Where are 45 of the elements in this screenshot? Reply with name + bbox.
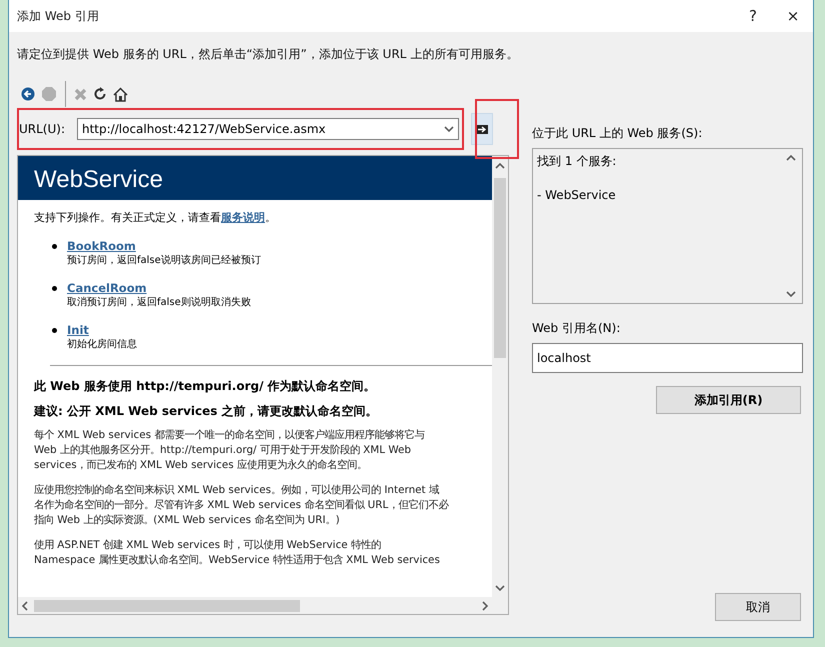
window-title: 添加 Web 引用 <box>17 8 100 24</box>
back-icon[interactable] <box>21 87 35 101</box>
operation-description: 初始化房间信息 <box>67 338 137 351</box>
recommendation-text: 建议: 公开 XML Web services 之前，请更改默认命名空间。 <box>34 403 379 420</box>
add-reference-button[interactable]: 添加引用(R) <box>656 386 801 414</box>
arrow-icon <box>476 124 488 134</box>
help-button[interactable]: ? <box>733 7 773 25</box>
cancel-button[interactable]: 取消 <box>715 593 801 621</box>
highlight-frame <box>475 99 519 159</box>
scroll-up-icon[interactable] <box>495 161 505 171</box>
home-icon[interactable] <box>113 86 128 102</box>
operation-link[interactable]: Init <box>67 323 137 337</box>
refresh-icon[interactable] <box>93 87 107 101</box>
instruction-text: 请定位到提供 Web 服务的 URL，然后单击“添加引用”，添加位于该 URL 上的所有可用服务。 <box>17 46 520 63</box>
url-field[interactable]: http://localhost:42127/WebService.asmx <box>77 118 459 140</box>
operation-link[interactable]: BookRoom <box>67 239 261 253</box>
intro-text: 支持下列操作。有关正式定义，请查看服务说明。 <box>34 210 277 225</box>
paragraph: 应使用您控制的命名空间来标识 XML Web services。例如，可以使用公司的 Internet 域 名作为命名空间的一部分。尽管有许多 XML Web services 命名空间看似 URL，但它们不必 指向 Web 上的实际资源。(XML Web services 命名空间为 URI。) <box>34 483 450 528</box>
scroll-down-icon[interactable] <box>495 583 505 593</box>
go-button[interactable] <box>471 113 493 145</box>
operation-description: 取消预订房间，返回false则说明取消失败 <box>67 296 251 309</box>
bullet-icon <box>52 286 57 291</box>
horizontal-scrollbar[interactable] <box>18 597 492 614</box>
page-header: WebService <box>18 156 492 200</box>
services-text: 找到 1 个服务: <box>537 153 618 170</box>
close-button[interactable]: × <box>773 7 813 25</box>
scroll-up-icon[interactable] <box>786 153 796 163</box>
service-description-link[interactable]: 服务说明 <box>221 211 265 224</box>
scroll-down-icon[interactable] <box>786 289 796 299</box>
url-label: URL(U): <box>18 122 66 136</box>
services-text: - WebService <box>537 188 617 202</box>
reference-name-label: Web 引用名(N): <box>532 320 622 337</box>
bullet-icon <box>52 328 57 333</box>
paragraph: 使用 ASP.NET 创建 XML Web services 时，可以使用 WebService 特性的 Namespace 属性更改默认命名空间。WebService 特性适用于包含 XML Web services <box>34 538 441 568</box>
operation-description: 预订房间，返回false说明该房间已经被预订 <box>67 254 261 267</box>
scroll-right-icon[interactable] <box>480 600 490 610</box>
dropdown-caret-icon[interactable] <box>444 124 454 134</box>
paragraph: 每个 XML Web services 都需要一个唯一的命名空间，以便客户端应用程序能够将它与 Web 上的其他服务区分开。http://tempuri.org/ 可用于处于开发阶段的 XML Web services，而已发布的 XML Web services 应使用更为永久的命名空间。 <box>34 428 426 473</box>
bullet-icon <box>52 244 57 249</box>
vertical-scrollbar[interactable] <box>492 156 508 597</box>
scroll-left-icon[interactable] <box>20 600 30 610</box>
reference-name-field[interactable]: localhost <box>532 343 803 373</box>
operation-link[interactable]: CancelRoom <box>67 281 251 295</box>
services-label: 位于此 URL 上的 Web 服务(S): <box>532 125 704 142</box>
namespace-notice: 此 Web 服务使用 http://tempuri.org/ 作为默认命名空间。 <box>34 378 377 395</box>
